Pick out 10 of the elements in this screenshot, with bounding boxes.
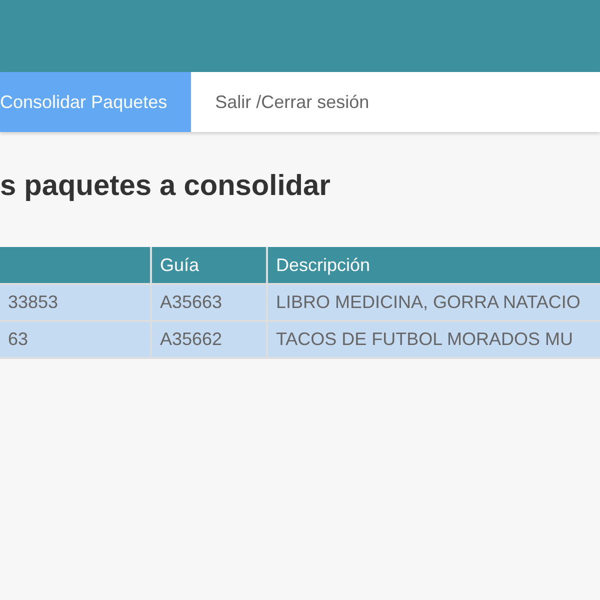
table-cell: 33853	[0, 284, 151, 321]
column-header: Descripción	[267, 247, 600, 284]
nav-tab[interactable]: Salir /Cerrar sesión	[191, 72, 394, 132]
table-cell: A35663	[151, 284, 267, 321]
column-header: Guía	[151, 247, 267, 284]
table-cell: LIBRO MEDICINA, GORRA NATACIO	[267, 284, 600, 321]
table-cell: TACOS DE FUTBOL MORADOS MU	[267, 321, 600, 358]
table-cell: 63	[0, 321, 151, 358]
table-cell: A35662	[151, 321, 267, 358]
page-title: s paquetes a consolidar	[0, 170, 332, 204]
